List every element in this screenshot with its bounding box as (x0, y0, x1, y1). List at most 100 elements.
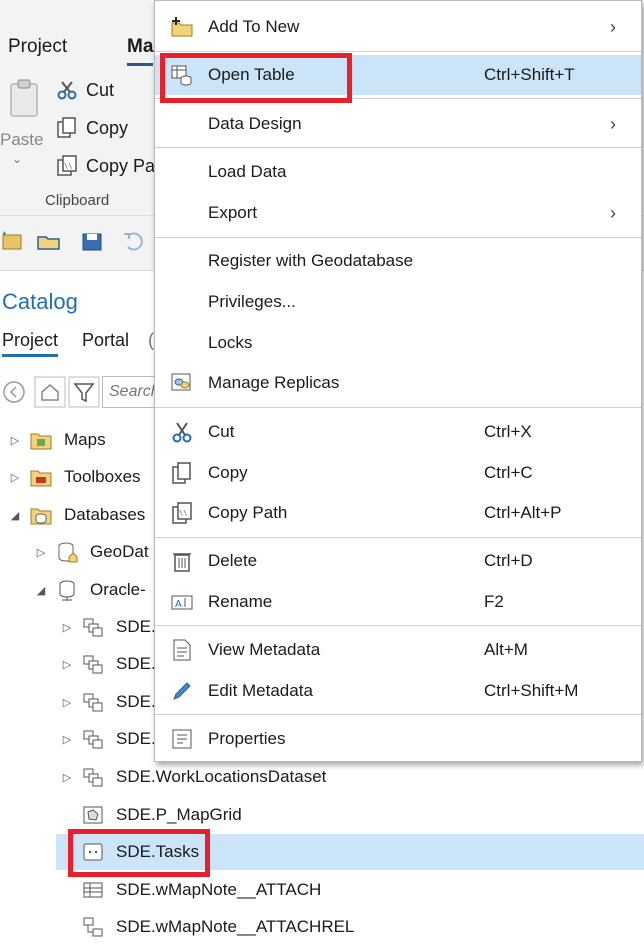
menu-item-copy-path[interactable]: \\ Copy Path Ctrl+Alt+P (155, 493, 641, 533)
menu-item-data-design[interactable]: Data Design › (155, 104, 641, 144)
menu-item-shortcut: Ctrl+Shift+M (484, 681, 579, 700)
menu-item-properties[interactable]: Properties (155, 719, 641, 759)
expand-arrow-icon[interactable]: ▷ (60, 658, 74, 671)
filter-icon[interactable] (68, 376, 100, 408)
tree-item-feature-dataset[interactable]: ▷ SDE. (56, 721, 160, 757)
tree-item-label: SDE. (116, 692, 156, 711)
menu-item-label: Open Table (208, 65, 295, 84)
tree-item-label: SDE. (116, 654, 156, 673)
menu-item-export[interactable]: Export › (155, 193, 641, 233)
search-placeholder: Search (109, 383, 160, 400)
expand-arrow-icon[interactable]: ▷ (60, 771, 74, 784)
tree-item-label: Toolboxes (64, 467, 141, 486)
tree-item-oracle-connection[interactable]: ◢ Oracle- (28, 572, 160, 608)
menu-item-label: Edit Metadata (208, 681, 313, 700)
tab-portal[interactable]: Portal (82, 330, 129, 351)
tree-item-label: Maps (64, 430, 106, 449)
collapse-arrow-icon[interactable]: ◢ (34, 584, 48, 597)
copy-path-icon: \\ (57, 155, 77, 176)
menu-item-manage-replicas[interactable]: Manage Replicas (155, 363, 641, 403)
tree-item-attach-table[interactable]: SDE.wMapNote__ATTACH (56, 872, 644, 908)
tree-item-sde-tasks[interactable]: SDE.Tasks (56, 834, 644, 870)
copy-path-button[interactable]: \\ Copy Pa (56, 151, 155, 181)
ribbon-tab-project[interactable]: Project (8, 36, 67, 58)
menu-item-label: Register with Geodatabase (208, 251, 414, 270)
tab-project[interactable]: Project (2, 330, 59, 357)
new-project-icon[interactable] (0, 228, 26, 254)
database-folder-icon (30, 508, 52, 525)
menu-item-edit-metadata[interactable]: Edit Metadata Ctrl+Shift+M (155, 671, 641, 711)
menu-item-view-metadata[interactable]: View Metadata Alt+M (155, 630, 641, 670)
feature-dataset-icon (83, 768, 103, 787)
expand-arrow-icon[interactable]: ▷ (8, 471, 22, 484)
tree-item-label: SDE.Tasks (116, 842, 200, 861)
tree-item-maps[interactable]: ▷ Maps (0, 422, 160, 458)
menu-item-register-with-geodatabase[interactable]: Register with Geodatabase (155, 241, 641, 281)
menu-item-cut[interactable]: Cut Ctrl+X (155, 412, 641, 452)
tree-item-geodatabase[interactable]: ▷ GeoDat (28, 534, 160, 570)
menu-separator (155, 147, 641, 148)
add-to-new-icon (171, 17, 193, 37)
feature-dataset-icon (83, 693, 103, 712)
menu-item-label: Manage Replicas (208, 373, 340, 392)
menu-item-label: Add To New (208, 17, 300, 36)
tree-item-label: SDE. (116, 729, 156, 748)
save-project-icon[interactable] (80, 228, 106, 254)
tree-item-label: Oracle- (90, 580, 146, 599)
chevron-down-icon[interactable]: ⌄ (12, 152, 22, 166)
back-arrow-icon[interactable] (2, 380, 26, 404)
tree-item-attach-relationship[interactable]: SDE.wMapNote__ATTACHREL (56, 909, 644, 945)
menu-item-label: Copy Path (208, 503, 288, 522)
svg-text:\\: \\ (64, 162, 72, 170)
menu-item-copy[interactable]: Copy Ctrl+C (155, 453, 641, 493)
tree-item-feature-dataset[interactable]: ▷ SDE. (56, 609, 160, 645)
menu-item-open-table[interactable]: Open Table Ctrl+Shift+T (155, 55, 641, 95)
tree-item-worklocations-dataset[interactable]: ▷ SDE.WorkLocationsDataset (56, 759, 644, 795)
toolbox-folder-icon (30, 470, 52, 487)
menu-item-locks[interactable]: Locks (155, 323, 641, 363)
menu-item-label: Cut (208, 422, 235, 441)
svg-text:\\: \\ (179, 509, 187, 517)
undo-icon[interactable] (120, 228, 146, 254)
cut-button[interactable]: Cut (56, 75, 114, 105)
tree-item-toolboxes[interactable]: ▷ Toolboxes (0, 459, 160, 495)
menu-item-privileges[interactable]: Privileges... (155, 282, 641, 322)
menu-item-shortcut: Ctrl+Alt+P (484, 503, 562, 522)
clipboard-group-label: Clipboard (45, 192, 110, 209)
copy-button[interactable]: Copy (56, 113, 128, 143)
open-project-icon[interactable] (36, 228, 62, 254)
expand-arrow-icon[interactable]: ▷ (8, 434, 22, 447)
tree-item-feature-dataset[interactable]: ▷ SDE. (56, 646, 160, 682)
table-icon (83, 882, 103, 898)
clipboard-icon (10, 79, 38, 117)
menu-separator (155, 51, 641, 52)
paste-button[interactable]: Paste ⌄ (0, 70, 48, 170)
ribbon-tab-map[interactable]: Ma (127, 36, 154, 66)
menu-item-label: View Metadata (208, 640, 321, 659)
menu-item-label: Delete (208, 551, 258, 570)
menu-item-shortcut: Ctrl+X (484, 422, 532, 441)
menu-item-label: Privileges... (208, 292, 296, 311)
geodatabase-icon (58, 542, 78, 563)
home-icon[interactable] (34, 376, 66, 408)
menu-separator (155, 98, 641, 99)
tree-item-p-mapgrid[interactable]: SDE.P_MapGrid (56, 797, 644, 833)
copy-label: Copy (86, 117, 129, 138)
tree-item-feature-dataset[interactable]: ▷ SDE. (56, 684, 160, 720)
expand-arrow-icon[interactable]: ▷ (60, 696, 74, 709)
expand-arrow-icon[interactable]: ▷ (34, 546, 48, 559)
trash-icon (173, 553, 191, 572)
menu-item-load-data[interactable]: Load Data (155, 152, 641, 192)
menu-item-rename[interactable]: A Rename F2 (155, 582, 641, 622)
menu-item-label: Export (208, 203, 258, 222)
menu-item-label: Data Design (208, 114, 302, 133)
collapse-arrow-icon[interactable]: ◢ (8, 509, 22, 522)
menu-item-add-to-new[interactable]: Add To New › (155, 7, 641, 47)
tree-item-databases[interactable]: ◢ Databases (0, 497, 160, 533)
catalog-search-input[interactable]: Search (102, 376, 160, 408)
rename-icon: A (171, 595, 193, 610)
menu-item-shortcut: F2 (484, 592, 504, 611)
menu-item-delete[interactable]: Delete Ctrl+D (155, 541, 641, 581)
expand-arrow-icon[interactable]: ▷ (60, 733, 74, 746)
expand-arrow-icon[interactable]: ▷ (60, 621, 74, 634)
